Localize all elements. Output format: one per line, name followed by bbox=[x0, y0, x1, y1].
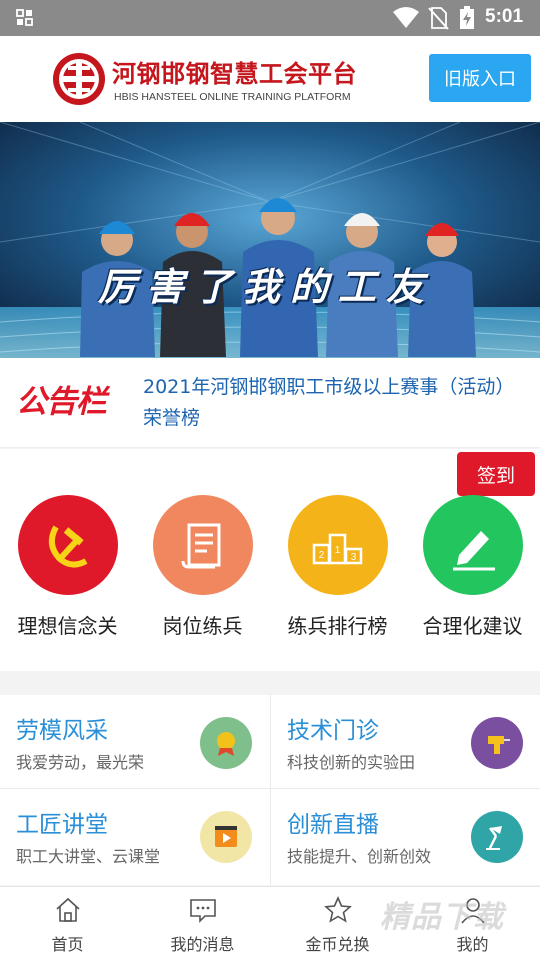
feature-suggestion[interactable]: 合理化建议 bbox=[405, 495, 540, 639]
old-version-button[interactable]: 旧版入口 bbox=[429, 54, 531, 102]
card-subtitle: 技能提升、创新创效 bbox=[287, 847, 432, 866]
banner-image bbox=[0, 122, 540, 358]
divider bbox=[0, 788, 540, 789]
feature-ranking[interactable]: 2 1 3 练兵排行榜 bbox=[270, 495, 405, 639]
banner-slogan: 厉害了我的工友 bbox=[98, 265, 435, 309]
message-icon bbox=[189, 899, 216, 923]
medal-icon bbox=[200, 717, 252, 769]
checkin-button[interactable]: 签到 bbox=[457, 452, 535, 496]
tab-label: 我的消息 bbox=[170, 935, 235, 954]
video-icon bbox=[200, 811, 252, 863]
feature-label: 理想信念关 bbox=[17, 614, 118, 638]
scroll-icon bbox=[152, 495, 253, 595]
app-subtitle: HBIS HANSTEEL ONLINE TRAINING PLATFORM bbox=[114, 91, 351, 103]
svg-text:2: 2 bbox=[318, 550, 324, 561]
star-icon bbox=[323, 896, 352, 923]
section-cards: 劳模风采 我爱劳动，最光荣 技术门诊 科技创新的实验田 工匠讲堂 职工大讲堂、云… bbox=[0, 695, 540, 885]
pen-icon bbox=[422, 495, 523, 595]
card-title: 技术门诊 bbox=[287, 718, 379, 744]
feature-label: 合理化建议 bbox=[422, 614, 523, 638]
divider bbox=[270, 695, 271, 885]
card-subtitle: 我爱劳动，最光荣 bbox=[16, 753, 145, 772]
card-subtitle: 科技创新的实验田 bbox=[287, 753, 416, 772]
tab-home[interactable]: 首页 bbox=[0, 895, 135, 955]
no-sim-icon bbox=[428, 7, 449, 30]
notice-tag: 公告栏 bbox=[16, 384, 107, 420]
clock: 5:01 bbox=[485, 6, 524, 27]
tab-label: 首页 bbox=[51, 935, 84, 954]
card-title: 工匠讲堂 bbox=[16, 812, 108, 838]
app-header: 河钢邯钢智慧工会平台 HBIS HANSTEEL ONLINE TRAINING… bbox=[0, 36, 540, 122]
drill-icon bbox=[471, 717, 523, 769]
card-model-workers[interactable]: 劳模风采 我爱劳动，最光荣 bbox=[0, 695, 269, 788]
union-logo bbox=[53, 53, 105, 105]
feature-job-training[interactable]: 岗位练兵 bbox=[135, 495, 270, 639]
notice-board[interactable]: 公告栏 2021年河钢邯钢职工市级以上赛事（活动）荣誉榜 bbox=[0, 358, 540, 448]
podium-icon: 2 1 3 bbox=[287, 495, 388, 595]
svg-text:3: 3 bbox=[350, 552, 356, 563]
feature-label: 岗位练兵 bbox=[162, 614, 243, 638]
battery-charging-icon bbox=[460, 6, 474, 29]
banner-carousel[interactable] bbox=[0, 122, 540, 358]
feature-grid: 签到 理想信念关 岗位练兵 2 1 3 练兵排行榜 合理化建议 bbox=[0, 449, 540, 671]
card-craftsman-lecture[interactable]: 工匠讲堂 职工大讲堂、云课堂 bbox=[0, 789, 269, 882]
notice-link[interactable]: 2021年河钢邯钢职工市级以上赛事（活动）荣誉榜 bbox=[143, 372, 523, 434]
card-title: 创新直播 bbox=[287, 812, 379, 838]
status-bar: 5:01 bbox=[0, 0, 540, 36]
feature-label: 练兵排行榜 bbox=[287, 614, 388, 638]
card-innovation-live[interactable]: 创新直播 技能提升、创新创效 bbox=[271, 789, 540, 882]
card-tech-clinic[interactable]: 技术门诊 科技创新的实验田 bbox=[271, 695, 540, 788]
watermark: 精品下载 bbox=[380, 900, 504, 935]
card-title: 劳模风采 bbox=[16, 718, 108, 744]
home-icon bbox=[55, 897, 80, 922]
wifi-icon bbox=[393, 7, 419, 28]
card-subtitle: 职工大讲堂、云课堂 bbox=[16, 847, 161, 866]
feature-ideal-belief[interactable]: 理想信念关 bbox=[0, 495, 135, 639]
apps-notification-icon bbox=[16, 9, 33, 26]
party-emblem-icon bbox=[17, 495, 118, 595]
app-title: 河钢邯钢智慧工会平台 bbox=[112, 60, 357, 88]
tab-messages[interactable]: 我的消息 bbox=[135, 895, 270, 955]
desk-lamp-icon bbox=[471, 811, 523, 863]
svg-text:1: 1 bbox=[334, 545, 340, 556]
